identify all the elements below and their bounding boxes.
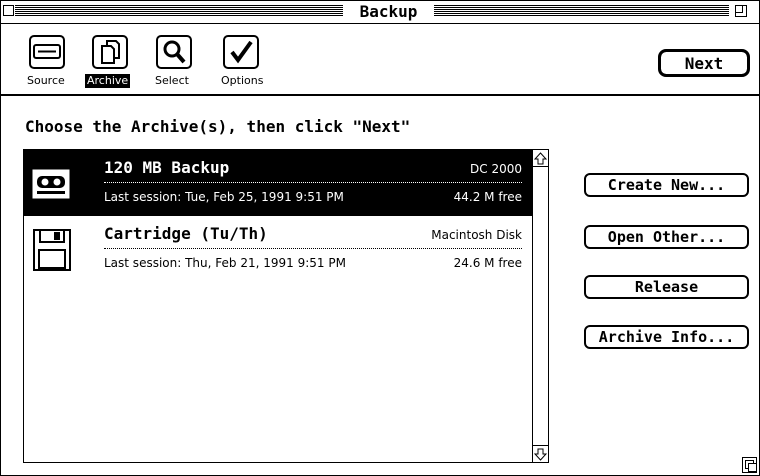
archive-name: Cartridge (Tu/Th) [104,224,268,243]
next-button[interactable]: Next [658,49,750,77]
list-item[interactable]: Cartridge (Tu/Th) Macintosh Disk Last se… [24,216,532,282]
backup-window: Backup Source Archive Select Options Nex… [0,0,760,476]
archive-name: 120 MB Backup [104,158,230,177]
window-title: Backup [359,2,418,21]
zoom-box[interactable] [735,5,747,17]
last-session: Last session: Tue, Feb 25, 1991 9:51 PM [104,190,344,204]
tool-label: Select [155,74,189,87]
drive-icon [29,35,65,69]
toolbar: Source Archive Select Options Next [1,24,759,96]
tool-label: Options [221,74,264,87]
magnifier-icon [156,35,192,69]
tape-cartridge-icon [30,162,74,206]
dotted-divider [104,248,522,249]
instruction-text: Choose the Archive(s), then click "Next" [25,117,411,136]
create-new-button[interactable]: Create New... [584,173,749,197]
release-button[interactable]: Release [584,275,749,299]
vertical-scrollbar[interactable] [532,150,548,462]
floppy-disk-icon [30,228,74,272]
scroll-up-arrow-icon[interactable] [533,150,548,167]
last-session: Last session: Thu, Feb 21, 1991 9:51 PM [104,256,346,270]
checkmark-icon [223,35,259,69]
documents-icon [92,35,128,69]
archive-info-button[interactable]: Archive Info... [584,325,749,349]
list-item[interactable]: 120 MB Backup DC 2000 Last session: Tue,… [24,150,532,216]
free-space: 44.2 M free [453,190,522,204]
grow-box[interactable] [742,457,757,473]
tool-label: Archive [85,74,131,88]
title-bar[interactable]: Backup [1,1,759,24]
archive-type: DC 2000 [470,162,522,176]
dotted-divider [104,182,522,183]
free-space: 24.6 M free [453,256,522,270]
open-other-button[interactable]: Open Other... [584,225,749,249]
scroll-down-arrow-icon[interactable] [533,445,548,462]
title-stripes-left [15,5,343,17]
title-stripes-right [434,5,729,17]
archive-list[interactable]: 120 MB Backup DC 2000 Last session: Tue,… [23,149,549,463]
tool-label: Source [27,74,65,87]
close-box[interactable] [3,5,14,16]
archive-type: Macintosh Disk [431,228,522,242]
